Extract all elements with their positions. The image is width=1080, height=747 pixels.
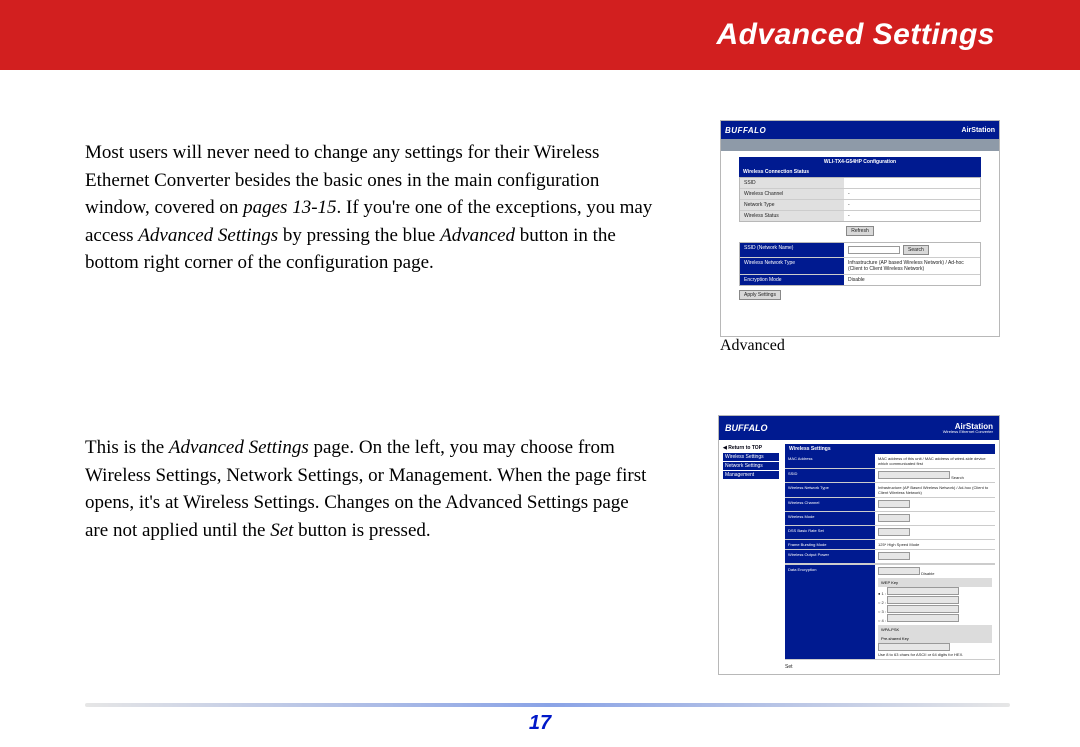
cell: - [844,211,980,221]
brand-logo: BUFFALO [725,423,768,433]
cell: SSID [785,469,875,482]
cell: Wireless Mode [785,512,875,525]
refresh-button[interactable]: Refresh [846,226,874,236]
search-button[interactable]: Search [951,475,964,480]
cell: Infrastructure (AP Based Wireless Networ… [875,483,995,497]
cell: Search [875,469,995,482]
cell: Wireless Status [740,211,844,221]
enc-cell: Disable WEP Key ● 1 : ○ 2 : ○ 3 : ○ 4 : … [875,565,995,659]
cell: 125* High Speed Mode [875,540,995,549]
cell: Search [844,243,980,257]
cell: Wireless Channel [740,189,844,199]
cell: Wireless Network Type [785,483,875,497]
paragraph-1: Most users will never need to change any… [85,139,655,277]
air-sub: Wireless Ethernet Converter [943,430,993,434]
apply-row: Apply Settings [739,290,981,300]
screenshot-1-wrap: BUFFALO AirStation WLI-TX4-G54HP Configu… [720,120,1000,355]
header-band: Advanced Settings [0,0,1080,70]
emphasis: Advanced [440,225,515,246]
cell [844,178,980,188]
page-title: Advanced Settings [716,18,995,52]
brand-logo: BUFFALO [725,126,766,135]
nav-item-management[interactable]: Management [723,471,779,479]
cell [875,550,995,563]
cell: SSID (Network Name) [740,243,844,257]
section-2: This is the Advanced Settings page. On t… [85,415,1000,675]
cell: SSID [740,178,844,188]
cell: DSS Basic Rate Set [785,526,875,539]
psk-note: Use 8 to 63 chars for ASCII or 64 digits… [878,652,992,657]
set-row: Set [785,664,995,670]
cell: Encryption Mode [740,275,844,285]
screenshot-1: BUFFALO AirStation WLI-TX4-G54HP Configu… [720,120,1000,337]
shot1-topbar: BUFFALO AirStation [721,121,999,139]
nav-item-network[interactable]: Network Settings [723,462,779,470]
cell: Wireless Channel [785,498,875,511]
cell: Wireless Network Type [740,258,844,274]
cell [875,512,995,525]
manual-page: Advanced Settings Most users will never … [0,0,1080,747]
wpa-label: WPA-PSK [878,625,992,634]
cell: Frame Bursting Mode [785,540,875,549]
cell [875,498,995,511]
shot1-status-table: SSID Wireless Channel- Network Type- Wir… [739,177,981,222]
emphasis: pages 13-15 [243,197,336,218]
shot2-body: ◀ Return to TOP Wireless Settings Networ… [719,440,999,674]
cell: Wireless Output Power [785,550,875,563]
screenshot-2: BUFFALO AirStation Wireless Ethernet Con… [718,415,1000,675]
emphasis: Advanced Settings [138,225,278,246]
nav-item-wireless[interactable]: Wireless Settings [723,453,779,461]
cell: - [844,200,980,210]
cell: MAC Address [785,454,875,468]
airstation-logo: AirStation Wireless Ethernet Converter [943,423,993,434]
apply-button[interactable]: Apply Settings [739,290,781,300]
shot1-config-table: SSID (Network Name) Search Wireless Netwo… [739,242,981,286]
cell: Network Type [740,200,844,210]
shot2-nav: ◀ Return to TOP Wireless Settings Networ… [723,444,779,670]
enc-mode: Disable [921,571,934,576]
text: This is the [85,437,169,458]
shot2-main: Wireless Settings MAC AddressMAC address… [785,444,995,670]
cell: Disable [844,275,980,285]
footer-divider [85,703,1010,707]
shot1-status-header: Wireless Connection Status [739,167,981,177]
wireless-settings-header: Wireless Settings [785,444,995,454]
text: button is pressed. [293,520,430,541]
search-button[interactable]: Search [903,245,929,255]
text: by pressing the blue [278,225,440,246]
return-link[interactable]: ◀ Return to TOP [723,444,779,453]
shot1-subbar [721,139,999,151]
emphasis: Set [270,520,293,541]
refresh-row: Refresh [739,226,981,236]
data-encryption-label: Data Encryption [785,565,875,659]
cell: - [844,189,980,199]
cell: MAC address of this unit / MAC address o… [875,454,995,468]
advanced-button[interactable]: Advanced [720,337,1000,355]
wep-key-label: WEP Key [878,578,992,587]
section-1: Most users will never need to change any… [85,120,1000,355]
cell: Infrastructure (AP based Wireless Networ… [844,258,980,274]
psk-label: Pre-shared Key [878,634,992,643]
shot2-topbar: BUFFALO AirStation Wireless Ethernet Con… [719,416,999,440]
content-area: Most users will never need to change any… [85,120,1000,735]
cell [875,526,995,539]
paragraph-2: This is the Advanced Settings page. On t… [85,434,655,544]
page-number: 17 [0,712,1080,735]
set-button[interactable]: Set [785,664,793,670]
airstation-logo: AirStation [962,127,995,134]
emphasis: Advanced Settings [169,437,309,458]
shot1-cfg-title: WLI-TX4-G54HP Configuration [739,157,981,167]
